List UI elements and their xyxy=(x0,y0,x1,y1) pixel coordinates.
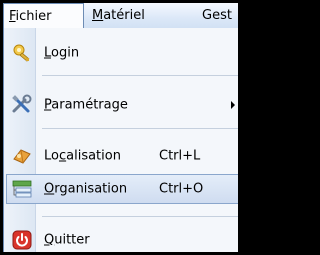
power-icon xyxy=(12,230,32,250)
menu-separator xyxy=(42,216,238,217)
menu-item-organisation-shortcut: Ctrl+O xyxy=(159,181,204,197)
fichier-dropdown-menu: Login Paramétrage Localisation Ctrl+L Or… xyxy=(3,28,238,252)
organisation-icon xyxy=(12,180,32,198)
menu-fichier-rest: ichier xyxy=(15,9,52,24)
menu-gest[interactable]: Gest xyxy=(202,3,232,28)
user-key-icon xyxy=(13,44,30,62)
menu-item-localisation[interactable]: Localisation Ctrl+L xyxy=(6,141,238,171)
menu-item-quitter-label: Quitter xyxy=(44,232,90,248)
menu-materiel[interactable]: Matériel xyxy=(92,3,145,28)
menu-item-organisation-label: Organisation xyxy=(44,181,128,197)
submenu-arrow-icon xyxy=(231,101,235,109)
menu-fichier[interactable]: Fichier xyxy=(3,3,84,29)
menu-item-login-label: Login xyxy=(44,45,80,61)
menu-gest-label: Gest xyxy=(202,8,232,23)
menu-item-organisation[interactable]: Organisation Ctrl+O xyxy=(6,174,238,204)
menu-item-localisation-label: Localisation xyxy=(44,148,121,164)
menu-item-login[interactable]: Login xyxy=(6,38,238,68)
menu-item-localisation-shortcut: Ctrl+L xyxy=(159,148,201,164)
menu-separator xyxy=(42,128,238,129)
menu-materiel-mnemonic: M xyxy=(92,8,104,23)
menu-materiel-rest: atériel xyxy=(103,8,145,23)
application-window: Fichier Matériel Gest Login Paramétrage … xyxy=(3,3,238,252)
menu-item-parametrage-label: Paramétrage xyxy=(44,97,128,113)
menu-item-quitter[interactable]: Quitter xyxy=(6,225,238,252)
menu-bar: Fichier Matériel Gest xyxy=(3,3,238,29)
menu-separator xyxy=(42,75,238,76)
location-icon xyxy=(13,149,31,164)
menu-item-parametrage[interactable]: Paramétrage xyxy=(6,90,238,120)
tools-icon xyxy=(12,94,32,113)
